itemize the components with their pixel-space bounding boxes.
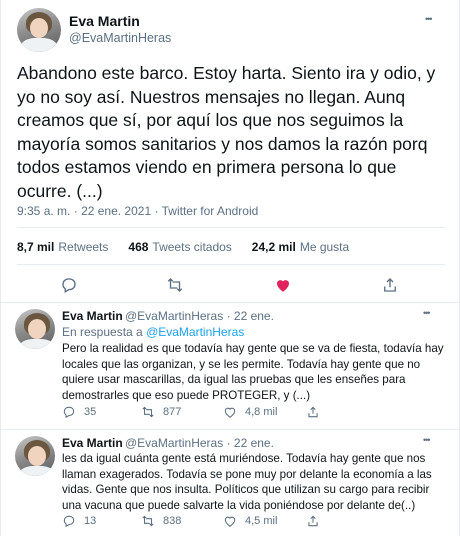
author-handle: @EvaMartinHeras · 22 ene. [125,436,274,450]
reply-icon[interactable] [58,274,80,296]
retweet-count: 838 [163,515,182,527]
retweet-icon [142,515,154,527]
reply-icon [63,406,75,419]
like-count: 4,5 mil [245,515,278,527]
replying-to-link[interactable]: @EvaMartinHeras [146,325,244,339]
reply-date: · 22 ene. [226,436,274,450]
avatar[interactable] [15,436,55,476]
replying-to: En respuesta a @EvaMartinHeras [62,325,245,339]
author-handle[interactable]: @EvaMartinHeras [69,31,171,45]
like-icon [224,516,236,527]
share-button[interactable] [306,405,320,419]
share-button[interactable] [306,514,320,528]
reply-button[interactable]: 35 [62,405,96,419]
author-handle: @EvaMartinHeras · 22 ene. [125,309,274,323]
like-icon [224,407,236,418]
like-count: 4,8 mil [245,406,278,418]
author-name[interactable]: Eva Martin [62,436,123,450]
reply-button[interactable]: 13 [62,514,96,528]
like-icon[interactable] [272,274,294,296]
meta-separator: · [73,204,78,218]
share-icon[interactable] [379,274,401,296]
quotes-stat[interactable]: 468 Tweets citados [128,240,231,254]
avatar[interactable] [17,8,61,52]
reply-actions: 13 838 4,5 mil [62,514,392,532]
reply-date: · 22 ene. [226,309,274,323]
share-icon [308,406,318,418]
tweet-meta: 9:35 a. m. · 22 ene. 2021 · Twitter for … [17,204,258,218]
reply-count: 35 [84,406,97,418]
reply-text: Pero la realidad es que todavía hay gent… [62,342,444,402]
reply-tweet[interactable]: Eva Martin @EvaMartinHeras · 22 ene. •••… [1,303,460,429]
divider [17,264,445,265]
retweet-button[interactable]: 838 [141,514,181,528]
avatar[interactable] [15,309,55,349]
tweet-date[interactable]: 22 ene. 2021 [81,204,151,218]
share-icon [308,515,318,527]
meta-separator: · [154,204,159,218]
retweets-stat[interactable]: 8,7 mil Retweets [17,240,108,254]
author-name[interactable]: Eva Martin [69,13,140,29]
retweet-icon [142,406,154,418]
author-name[interactable]: Eva Martin [62,309,123,323]
reply-actions: 35 877 4,8 mil [62,405,392,423]
likes-stat[interactable]: 24,2 mil Me gusta [252,240,349,254]
like-button[interactable]: 4,5 mil [223,514,277,528]
tweet-stats: 8,7 mil Retweets 468 Tweets citados 24,2 m… [17,240,349,254]
more-icon[interactable]: ••• [423,308,431,318]
tweet-text: Abandono este barco. Estoy harta. Siento… [17,63,436,201]
tweet-actions [1,270,460,300]
more-icon[interactable]: ••• [423,435,431,445]
tweet-thread: Eva Martin @EvaMartinHeras ••• Abandono … [0,0,460,536]
reply-count: 13 [84,515,97,527]
divider [17,227,445,228]
reply-tweet[interactable]: Eva Martin @EvaMartinHeras · 22 ene. •••… [1,430,460,536]
retweet-icon[interactable] [164,274,186,296]
tweet-source[interactable]: Twitter for Android [162,204,259,218]
tweet-time[interactable]: 9:35 a. m. [17,204,70,218]
retweet-button[interactable]: 877 [141,405,181,419]
more-icon[interactable]: ••• [425,14,433,24]
reply-text: les da igual cuánta gente está muriéndos… [62,452,432,512]
retweet-count: 877 [163,406,182,418]
like-button[interactable]: 4,8 mil [223,405,277,419]
reply-icon [63,515,75,528]
